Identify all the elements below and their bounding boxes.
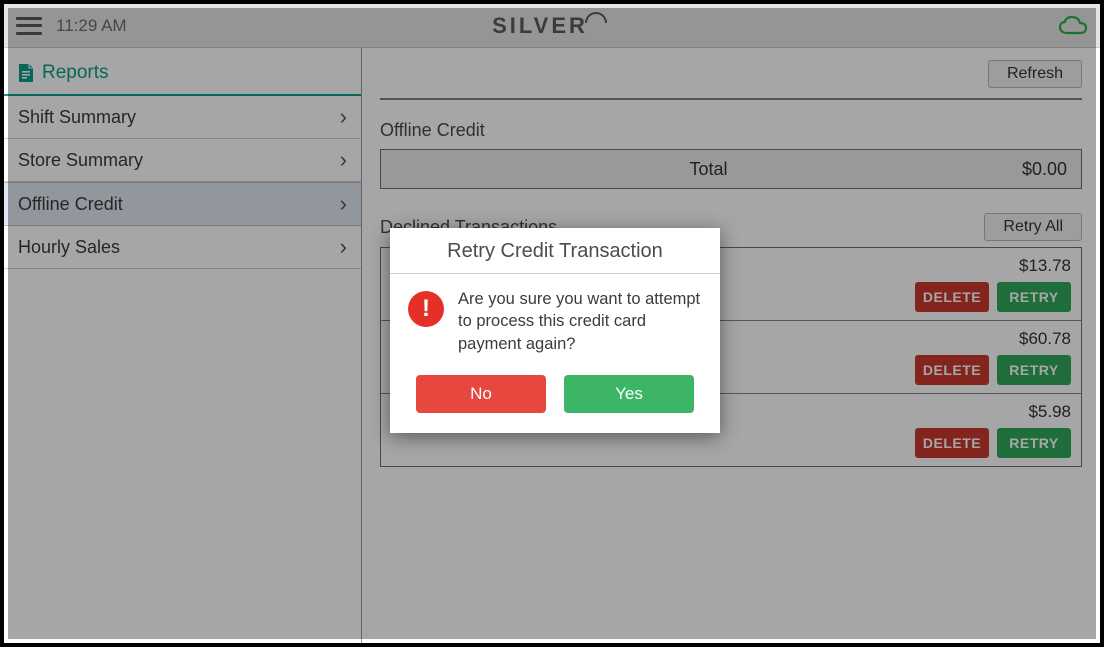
- modal-body: ! Are you sure you want to attempt to pr…: [390, 274, 720, 361]
- modal-actions: No Yes: [390, 361, 720, 433]
- modal-yes-button[interactable]: Yes: [564, 375, 694, 413]
- retry-credit-modal: Retry Credit Transaction ! Are you sure …: [390, 228, 720, 433]
- alert-icon: !: [408, 291, 444, 327]
- modal-no-button[interactable]: No: [416, 375, 546, 413]
- modal-title: Retry Credit Transaction: [390, 228, 720, 274]
- modal-message: Are you sure you want to attempt to proc…: [458, 288, 702, 355]
